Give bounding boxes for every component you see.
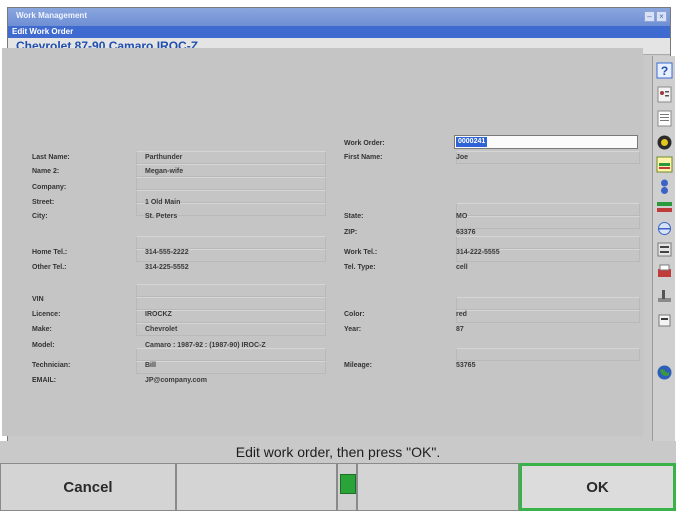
city-field[interactable]: St. Peters [145, 213, 177, 220]
other-tel-field[interactable]: 314-225-5552 [145, 264, 189, 271]
field-cell [456, 310, 640, 323]
home-tel-field[interactable]: 314-555-2222 [145, 249, 189, 256]
street-field[interactable]: 1 Old Main [145, 199, 180, 206]
vin-label: VIN [32, 296, 44, 303]
color-label: Color: [344, 311, 365, 318]
technician-label: Technician: [32, 362, 71, 369]
window-title: Work Management [16, 11, 87, 20]
zip-label: ZIP: [344, 229, 358, 236]
subtitle: Edit Work Order [12, 27, 74, 36]
close-button[interactable]: × [656, 11, 667, 22]
alignment-icon[interactable] [656, 156, 673, 173]
last-name-label: Last Name: [32, 154, 70, 161]
city-label: City: [32, 213, 48, 220]
last-name-field[interactable]: Parthunder [145, 154, 182, 161]
home-tel-label: Home Tel.: [32, 249, 68, 256]
name2-field[interactable]: Megan-wife [145, 168, 183, 175]
company-label: Company: [32, 184, 67, 191]
field-cell [456, 348, 640, 361]
minimize-button[interactable]: – [644, 11, 655, 22]
camber-icon[interactable] [656, 199, 673, 216]
color-field[interactable]: red [456, 311, 467, 318]
work-order-input[interactable]: 0000241 [454, 135, 638, 149]
tools-icon[interactable] [656, 288, 673, 305]
licence-field[interactable]: IROCKZ [145, 311, 172, 318]
vehicle-specs-icon[interactable] [656, 86, 673, 103]
field-cell [136, 361, 326, 374]
subtitle-bar: Edit Work Order [8, 26, 670, 38]
tools-icon[interactable] [656, 312, 673, 329]
wheel-icon[interactable] [656, 134, 673, 151]
other-tel-label: Other Tel.: [32, 264, 67, 271]
make-label: Make: [32, 326, 52, 333]
zip-field[interactable]: 63376 [456, 229, 475, 236]
svg-text:?: ? [661, 64, 668, 78]
technician-field[interactable]: Bill [145, 362, 156, 369]
name2-label: Name 2: [32, 168, 60, 175]
field-cell [456, 203, 640, 216]
ok-button[interactable]: OK [519, 463, 676, 511]
model-label: Model: [32, 342, 55, 349]
cancel-button[interactable]: Cancel [0, 463, 176, 511]
softkey-scroll[interactable] [337, 463, 357, 511]
field-cell [136, 236, 326, 249]
empty-softkey-3[interactable] [357, 463, 519, 511]
work-order-value: 0000241 [456, 137, 488, 147]
status-message: Edit work order, then press "OK". [0, 441, 676, 463]
report-icon[interactable] [656, 110, 673, 127]
field-cell [456, 297, 640, 310]
year-label: Year: [344, 326, 362, 333]
work-tel-field[interactable]: 314-222-5555 [456, 249, 500, 256]
field-cell [456, 151, 640, 164]
help-icon[interactable]: ? [656, 62, 673, 79]
make-field[interactable]: Chevrolet [145, 326, 177, 333]
first-name-field[interactable]: Joe [456, 154, 468, 161]
work-order-label: Work Order: [344, 140, 385, 147]
work-order-form [2, 48, 643, 436]
tel-type-label: Tel. Type: [344, 264, 376, 271]
mileage-label: Mileage: [344, 362, 373, 369]
licence-label: Licence: [32, 311, 61, 318]
work-tel-label: Work Tel.: [344, 249, 378, 256]
scroll-thumb[interactable] [340, 474, 356, 494]
field-cell [136, 297, 326, 310]
sensor-icon[interactable] [656, 178, 673, 195]
model-field[interactable]: Camaro : 1987-92 : (1987-90) IROC-Z [145, 342, 266, 349]
email-field[interactable]: JP@company.com [145, 377, 207, 384]
year-field[interactable]: 87 [456, 326, 464, 333]
email-label: EMAIL: [32, 377, 57, 384]
tel-type-field[interactable]: cell [456, 264, 468, 271]
state-label: State: [344, 213, 364, 220]
field-cell [456, 216, 640, 229]
state-field[interactable]: MO [456, 213, 467, 220]
caster-icon[interactable] [656, 220, 673, 237]
print-icon[interactable] [656, 264, 673, 281]
field-cell [456, 236, 640, 249]
globe-icon[interactable] [656, 364, 673, 381]
tool-sidebar: ? [652, 56, 675, 441]
empty-softkey-2[interactable] [176, 463, 337, 511]
field-cell [136, 348, 326, 361]
street-label: Street: [32, 199, 55, 206]
toe-icon[interactable] [656, 241, 673, 258]
title-bar: Work Management – × [8, 8, 670, 26]
first-name-label: First Name: [344, 154, 383, 161]
field-cell [136, 284, 326, 297]
field-cell [136, 177, 326, 190]
mileage-field[interactable]: 53765 [456, 362, 475, 369]
